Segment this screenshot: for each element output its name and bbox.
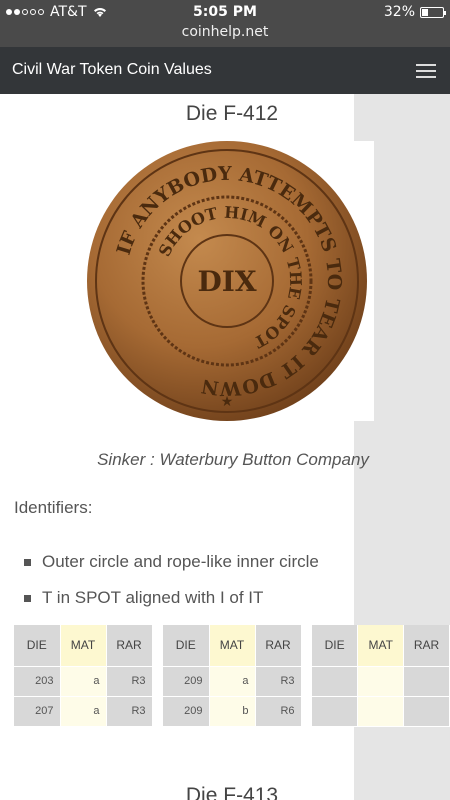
coin-image: IF ANYBODY ATTEMPTS TO TEAR IT DOWN SHOO… [80,141,374,421]
battery-icon [420,6,446,18]
battery-percent: 32% [383,4,415,20]
variety-table-2: DIE MAT RAR 209 a R3 209 b R6 [163,625,302,727]
site-title[interactable]: Civil War Token Coin Values [12,61,212,79]
address-bar[interactable]: coinhelp.net [0,24,450,40]
variety-table-1: DIE MAT RAR 203 a R3 207 a R3 [14,625,153,727]
variety-table-3: DIE MAT RAR [312,625,450,727]
table-row [312,666,450,697]
die-title: Die F-412 [185,102,279,125]
next-die-title: Die F-413 [185,784,279,800]
clock: 5:05 PM [193,4,257,20]
menu-icon[interactable] [416,64,436,78]
list-item: Outer circle and rope-like inner circle [24,544,319,580]
list-item: T in SPOT aligned with I of IT [24,580,319,616]
svg-text:★: ★ [221,394,234,410]
identifiers-list: Outer circle and rope-like inner circle … [24,544,319,616]
status-bar: AT&T 5:05 PM 32% [0,3,450,23]
coin-center-text: DIX [197,265,256,298]
table-row: 207 a R3 [14,696,153,727]
main-content: Die F-412 IF ANYBODY ATTEMPTS TO TEAR IT… [0,94,450,800]
table-row: 203 a R3 [14,666,153,697]
identifiers-heading: Identifiers: [14,498,93,517]
table-row: 209 b R6 [163,696,302,727]
browser-chrome: AT&T 5:05 PM 32% coinhelp.net [0,0,450,47]
table-row: 209 a R3 [163,666,302,697]
table-row [312,696,450,727]
die-caption: Sinker : Waterbury Button Company [97,450,369,469]
site-header: Civil War Token Coin Values [0,47,450,94]
